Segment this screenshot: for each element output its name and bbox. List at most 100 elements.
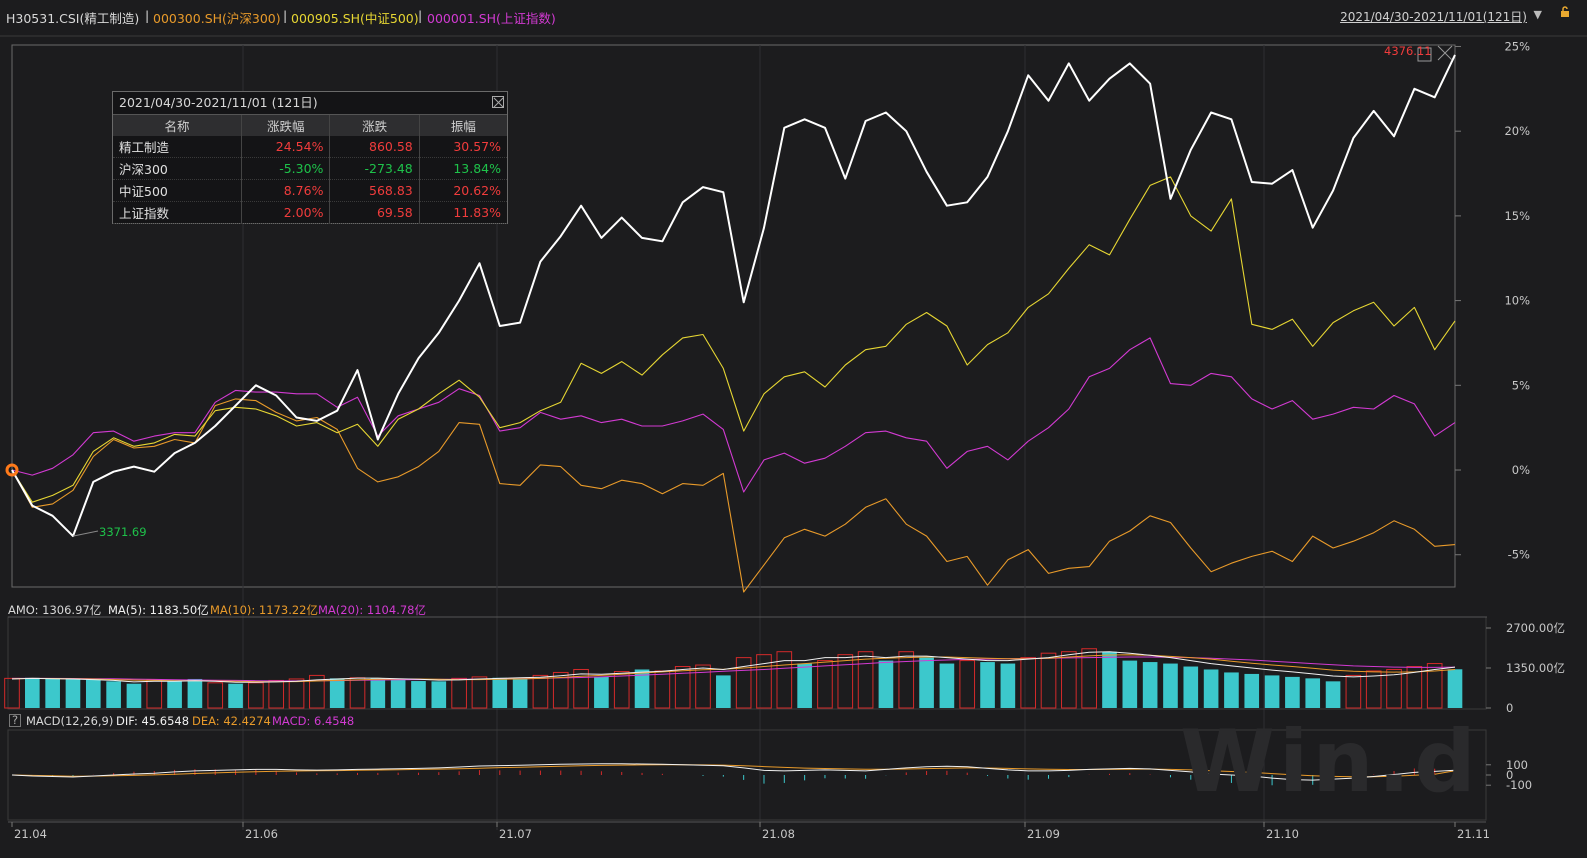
y-tick-label: 0% — [1512, 463, 1530, 477]
row-pct: 2.00% — [240, 201, 330, 224]
column-header: 涨跌 — [329, 115, 420, 136]
amo-bar — [288, 678, 305, 709]
macd-title: MACD(12,26,9) — [26, 714, 114, 728]
min-pointer — [72, 530, 99, 537]
amo-bar — [4, 677, 20, 709]
ma20-value: MA(20): 1104.78亿 — [318, 603, 426, 617]
amo-bar — [492, 677, 508, 708]
row-amp: 11.83% — [418, 201, 507, 224]
hs300-line — [11, 398, 1456, 593]
amo-bar — [1163, 663, 1178, 708]
amo-bar — [1447, 669, 1463, 708]
x-tick-label: 21.10 — [1266, 827, 1299, 841]
amo-bar — [939, 663, 955, 708]
row-name: 沪深300 — [113, 157, 242, 180]
row-amp: 13.84% — [418, 157, 507, 180]
amo-bar — [594, 676, 609, 708]
amo-bar — [1142, 662, 1158, 708]
amo-bar — [228, 683, 243, 708]
x-tick-label: 21.11 — [1457, 827, 1490, 841]
amo-bar — [1345, 674, 1362, 709]
amo-bar — [471, 676, 488, 709]
crosshair-icon — [1437, 45, 1453, 61]
amo-bar — [1183, 666, 1199, 708]
table-row[interactable]: 沪深300 -5.30% -273.48 13.84% — [113, 157, 507, 180]
amo-bar — [654, 670, 671, 709]
sh-line — [11, 337, 1456, 493]
amo-bar — [1305, 678, 1321, 708]
max-value-label: 4376.11 — [1384, 44, 1432, 58]
table-row[interactable]: 中证500 8.76% 568.83 20.62% — [113, 179, 507, 202]
y-tick-label: 25% — [1504, 39, 1530, 53]
amo-bar — [695, 664, 711, 709]
amo-bar — [817, 660, 833, 709]
amo-bar — [1122, 660, 1138, 708]
amo-bar — [573, 668, 589, 709]
x-tick-label: 21.08 — [762, 827, 795, 841]
amo-bar — [329, 678, 345, 708]
table-row[interactable]: 上证指数 2.00% 69.58 11.83% — [113, 201, 507, 224]
amo-bar — [878, 660, 894, 708]
stats-panel-title: 2021/04/30-2021/11/01 (121日) — [119, 95, 318, 110]
row-chg: 69.58 — [329, 201, 420, 224]
column-header: 涨跌幅 — [240, 115, 330, 136]
amo-bar — [1244, 673, 1260, 708]
column-header: 振幅 — [418, 115, 507, 136]
x-tick-label: 21.07 — [499, 827, 532, 841]
row-amp: 30.57% — [418, 136, 507, 158]
row-name: 中证500 — [113, 179, 242, 202]
amo-bar — [1325, 681, 1341, 708]
amo-bar — [65, 678, 81, 708]
watermark: Win.d — [1180, 712, 1480, 812]
amo-value: AMO: 1306.97亿 — [8, 603, 102, 617]
amo-bar — [1264, 675, 1280, 708]
amo-bar — [126, 683, 142, 708]
amo-bar — [919, 657, 934, 708]
amo-bar — [837, 654, 854, 709]
amo-bar — [1203, 669, 1219, 708]
amo-bar — [1020, 657, 1037, 709]
help-icon[interactable]: ? — [9, 714, 22, 727]
dif-value: DIF: 45.6548 — [116, 714, 190, 728]
x-tick-label: 21.09 — [1027, 827, 1060, 841]
amo-bar — [532, 674, 549, 709]
amo-bar — [268, 679, 285, 709]
amo-bar — [1040, 652, 1057, 709]
ma5-value: MA(5): 1183.50亿 — [108, 603, 209, 617]
amo-bar — [187, 678, 203, 708]
amo-bar — [451, 677, 467, 709]
macd-value: MACD: 6.4548 — [272, 714, 355, 728]
amo-bar — [716, 675, 731, 708]
stats-panel[interactable]: 2021/04/30-2021/11/01 (121日) 名称 涨跌幅 涨跌 振… — [112, 91, 508, 224]
amo-bar — [248, 682, 264, 709]
y-tick-label: 20% — [1504, 124, 1530, 138]
x-tick-label: 21.04 — [14, 827, 47, 841]
amo-bar — [45, 678, 60, 708]
row-pct: 8.76% — [240, 179, 330, 202]
amo-bar — [512, 678, 528, 708]
row-pct: 24.54% — [240, 136, 330, 158]
row-name: 精工制造 — [113, 136, 242, 158]
amo-bar — [370, 678, 386, 708]
amo-bar — [207, 682, 224, 709]
row-pct: -5.30% — [240, 157, 330, 180]
amo-bar — [349, 677, 366, 709]
amo-bar — [390, 679, 406, 708]
row-name: 上证指数 — [113, 201, 242, 224]
macd-y-tick-label: -100 — [1506, 778, 1532, 792]
table-row[interactable]: 精工制造 24.54% 860.58 30.57% — [113, 136, 507, 158]
amo-bar — [1061, 651, 1077, 709]
amo-bar — [857, 651, 874, 709]
amo-y-tick-label: 1350.00亿 — [1506, 661, 1565, 675]
amo-bar — [735, 657, 752, 709]
y-tick-label: -5% — [1508, 548, 1530, 562]
min-value-label: 3371.69 — [99, 525, 147, 539]
amo-bar — [898, 651, 915, 709]
amo-bar — [85, 679, 101, 708]
y-tick-label: 10% — [1504, 294, 1530, 308]
amo-bar — [959, 660, 976, 709]
close-icon[interactable] — [492, 96, 504, 108]
amo-bar — [146, 679, 163, 709]
amo-bar — [106, 681, 121, 708]
row-chg: 568.83 — [329, 179, 420, 202]
